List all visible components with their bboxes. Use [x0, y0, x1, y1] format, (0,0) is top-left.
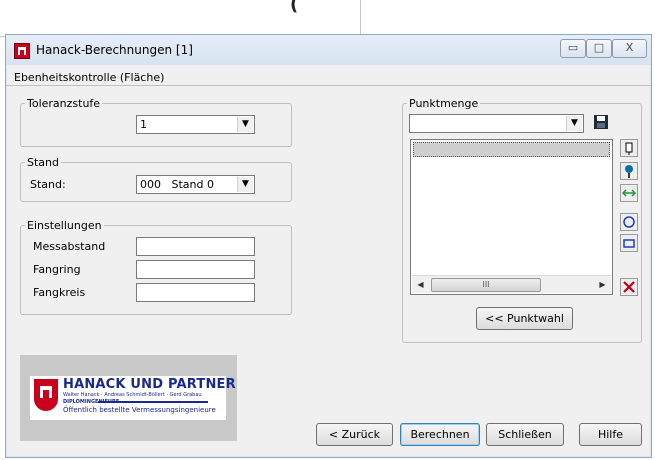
logo-line: Öffentlich bestellte Vermessungsingenieu…	[63, 406, 216, 414]
background-fragment: (	[290, 0, 299, 15]
punktmenge-legend: Punktmenge	[409, 97, 479, 110]
stand-dropdown[interactable]: 000 Stand 0 ▼	[136, 175, 255, 194]
scroll-thumb[interactable]: III	[431, 278, 541, 292]
toleranzstufe-value: 1	[140, 118, 147, 131]
help-button[interactable]: Hilfe	[579, 423, 642, 446]
save-button[interactable]	[592, 114, 610, 132]
stand-value: 000 Stand 0	[140, 178, 214, 191]
rectangle-tool-button[interactable]	[620, 234, 638, 252]
horizontal-scrollbar[interactable]: ◀ III ▶	[412, 275, 611, 293]
chevron-down-icon[interactable]: ▼	[566, 116, 582, 131]
stand-label: Stand:	[30, 178, 66, 191]
app-crest-icon	[14, 43, 30, 59]
hamburg-crest-icon	[34, 379, 58, 411]
pin-tool-button[interactable]	[620, 139, 638, 157]
background-window-strip: (	[0, 0, 361, 37]
fangring-field[interactable]	[136, 260, 255, 279]
circle-tool-button[interactable]	[620, 213, 638, 231]
chevron-down-icon[interactable]: ▼	[237, 177, 253, 192]
calculate-button[interactable]: Berechnen	[400, 423, 480, 446]
measure-distance-icon	[621, 189, 637, 197]
measure-distance-tool-button[interactable]	[620, 184, 638, 202]
stand-legend: Stand	[27, 156, 59, 169]
circle-icon	[623, 216, 635, 228]
company-logo-panel: HANACK UND PARTNER Walter Hanack · Andre…	[20, 355, 237, 441]
fangring-label: Fangring	[33, 263, 81, 276]
title-bar[interactable]: Hanack-Berechnungen [1] ▭ □ X	[6, 35, 651, 65]
fangkreis-field[interactable]	[136, 283, 255, 302]
point-pick-tool-button[interactable]	[620, 162, 638, 180]
fangkreis-label: Fangkreis	[33, 286, 86, 299]
einstellungen-legend: Einstellungen	[27, 219, 102, 232]
rectangle-icon	[623, 239, 635, 248]
dialog-window: Hanack-Berechnungen [1] ▭ □ X Ebenheitsk…	[5, 34, 652, 458]
minimize-button[interactable]: ▭	[560, 39, 586, 58]
close-button[interactable]: Schließen	[486, 423, 564, 446]
delete-tool-button[interactable]	[620, 278, 638, 296]
list-item-selected[interactable]	[413, 142, 610, 157]
toleranzstufe-dropdown[interactable]: 1 ▼	[136, 115, 255, 134]
heading-divider	[6, 85, 651, 86]
pin-icon	[625, 142, 633, 155]
toleranzstufe-legend: Toleranzstufe	[27, 97, 101, 110]
punktmenge-list[interactable]: ◀ III ▶	[410, 139, 613, 295]
company-logo: HANACK UND PARTNER Walter Hanack · Andre…	[30, 376, 236, 420]
logo-subtitle: Walter Hanack · Andreas Schmidt-Böllert …	[63, 392, 202, 398]
save-icon	[594, 115, 608, 129]
window-title: Hanack-Berechnungen [1]	[36, 43, 193, 57]
point-pick-icon	[625, 165, 633, 178]
punktwahl-button[interactable]: << Punktwahl	[476, 307, 573, 330]
close-window-button[interactable]: X	[612, 39, 647, 58]
maximize-button[interactable]: □	[586, 39, 612, 58]
page-heading: Ebenheitskontrolle (Fläche)	[14, 71, 165, 84]
logo-divider	[98, 401, 208, 403]
scroll-right-icon[interactable]: ▶	[594, 276, 611, 293]
logo-title: HANACK UND PARTNER	[63, 377, 236, 392]
delete-icon	[623, 281, 635, 293]
messabstand-label: Messabstand	[33, 240, 106, 253]
chevron-down-icon[interactable]: ▼	[237, 117, 253, 132]
messabstand-field[interactable]	[136, 237, 255, 256]
scroll-left-icon[interactable]: ◀	[412, 276, 429, 293]
punktmenge-dropdown[interactable]: ▼	[409, 114, 584, 133]
back-button[interactable]: < Zurück	[316, 423, 393, 446]
